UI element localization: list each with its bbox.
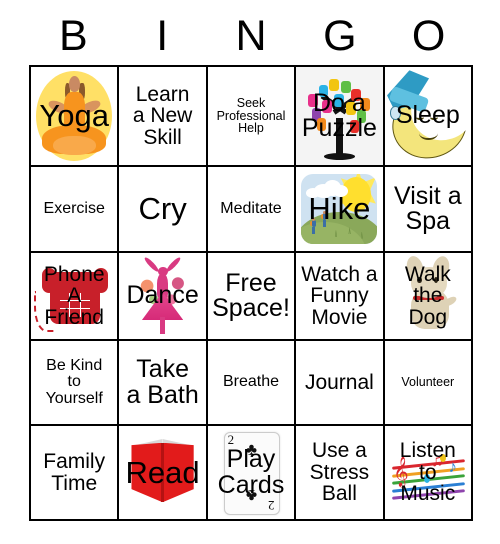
bingo-cell-volunteer[interactable]: Volunteer [384,341,473,426]
cell-label: Take a Bath [126,355,199,409]
bingo-cell-meditate[interactable]: Meditate [207,167,297,253]
bingo-cell-phone-a-friend[interactable]: Phone A Friend [31,253,120,341]
bingo-cell-walk-the-dog[interactable]: Walk the Dog [384,253,473,341]
bingo-cell-use-a-stress-ball[interactable]: Use a Stress Ball [296,426,385,521]
bingo-cell-watch-a-funny-movie[interactable]: Watch a Funny Movie [296,253,385,341]
bingo-cell-dance[interactable]: Dance [119,253,208,341]
cell-label: Exercise [43,199,105,217]
cell-label: Sleep [395,101,460,130]
header-letter-o: O [411,11,446,60]
header-letter-b: B [59,11,88,60]
bingo-card: B I N G O Yoga Learn a New Skill Seek Pr… [0,0,500,544]
header-letter-n: N [235,11,267,60]
bingo-cell-free-space[interactable]: Free Space! [207,253,297,341]
cell-label: Learn a New Skill [132,82,193,149]
cell-label: Do a Puzzle [301,88,377,142]
cell-label: Journal [304,370,374,394]
cell-label: Read [125,454,200,490]
bingo-cell-visit-a-spa[interactable]: Visit a Spa [384,167,473,253]
bingo-cell-cry[interactable]: Cry [119,167,208,253]
bingo-cell-seek-professional-help[interactable]: Seek Professional Help [207,67,297,167]
cell-label: Be Kind to Yourself [45,357,103,407]
cell-label: Free Space! [212,268,290,322]
bingo-cell-listen-to-music[interactable]: 𝄞 ♫ ♪ Listen to Music [384,426,473,521]
cell-label: Meditate [220,199,282,217]
bingo-cell-read[interactable]: Read [119,426,208,521]
cell-label: Phone A Friend [43,262,105,329]
bingo-cell-breathe[interactable]: Breathe [207,341,297,426]
bingo-cell-hike[interactable]: Hike [296,167,385,253]
cell-label: Play Cards [217,445,285,499]
bingo-header: B I N G O [29,8,473,64]
bingo-cell-sleep[interactable]: Sleep [384,67,473,167]
bingo-cell-learn-a-new-skill[interactable]: Learn a New Skill [119,67,208,167]
cell-label: Watch a Funny Movie [301,262,378,329]
cell-label: Volunteer [401,375,455,390]
bingo-cell-family-time[interactable]: Family Time [31,426,120,521]
cell-label: Walk the Dog [404,262,451,329]
cell-label: Visit a Spa [393,181,462,235]
cell-label: Seek Professional Help [216,95,286,136]
cell-label: Yoga [39,98,109,134]
bingo-grid: Yoga Learn a New Skill Seek Professional… [29,65,473,521]
cell-label: Use a Stress Ball [309,439,370,506]
header-letter-g: G [323,11,357,60]
bingo-cell-yoga[interactable]: Yoga [31,67,120,167]
cell-label: Cry [138,191,187,227]
cell-label: Listen to Music [399,439,456,506]
cell-label: Family Time [43,450,106,495]
cell-label: Dance [126,281,199,310]
cell-label: Breathe [222,373,280,391]
cell-label: Hike [308,191,371,227]
header-letter-i: I [156,11,169,60]
bingo-cell-take-a-bath[interactable]: Take a Bath [119,341,208,426]
bingo-cell-be-kind-to-yourself[interactable]: Be Kind to Yourself [31,341,120,426]
bingo-cell-exercise[interactable]: Exercise [31,167,120,253]
bingo-cell-journal[interactable]: Journal [296,341,385,426]
bingo-cell-play-cards[interactable]: 2 2 ♣ ♣ Play Cards [207,426,297,521]
bingo-cell-do-a-puzzle[interactable]: Do a Puzzle [296,67,385,167]
